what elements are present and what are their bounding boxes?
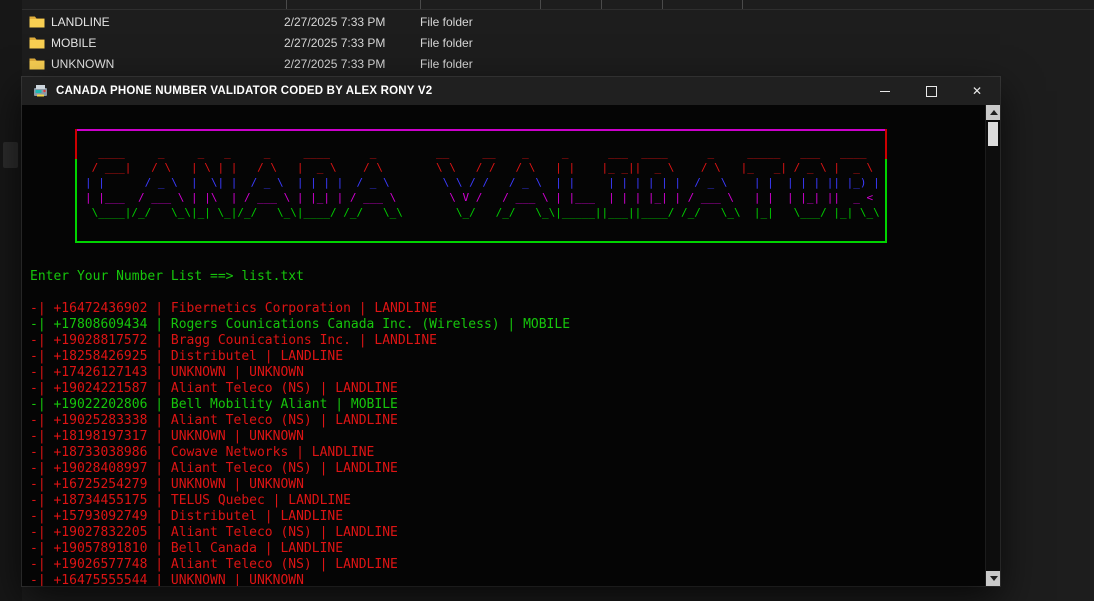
close-button[interactable]: ✕	[954, 77, 1000, 105]
scroll-thumb[interactable]	[988, 122, 998, 146]
banner-border-bottom	[75, 241, 887, 243]
arrow-up-icon	[989, 110, 998, 115]
result-line: -| +15793092749 | Distributel | LANDLINE	[30, 509, 344, 524]
title-bar[interactable]: CANADA PHONE NUMBER VALIDATOR CODED BY A…	[22, 77, 1000, 105]
result-line: -| +17426127143 | UNKNOWN | UNKNOWN	[30, 365, 304, 380]
result-line: -| +16725254279 | UNKNOWN | UNKNOWN	[30, 477, 304, 492]
result-line: -| +16472436902 | Fibernetics Corporatio…	[30, 301, 437, 316]
window-controls: ✕	[862, 77, 1000, 105]
folder-icon	[29, 36, 45, 49]
explorer-row[interactable]: LANDLINE 2/27/2025 7:33 PM File folder	[22, 11, 1094, 32]
console-output: ____ _ _ _ _ ____ _ __ __ _ _ ___ ____ _…	[22, 105, 985, 586]
banner-border-right	[885, 129, 887, 159]
scrollbar[interactable]	[985, 105, 1000, 586]
banner-border-top	[75, 129, 887, 131]
maximize-icon	[925, 85, 937, 97]
folder-name: MOBILE	[51, 35, 97, 50]
results-list: -| +16472436902 | Fibernetics Corporatio…	[22, 301, 985, 586]
column-separator	[742, 0, 743, 9]
result-line: -| +18258426925 | Distributel | LANDLINE	[30, 349, 344, 364]
column-separator	[420, 0, 421, 9]
explorer-left-rail	[0, 0, 22, 601]
ascii-banner: ____ _ _ _ _ ____ _ __ __ _ _ ___ ____ _…	[75, 129, 887, 243]
column-separator	[601, 0, 602, 9]
maximize-button[interactable]	[908, 77, 954, 105]
result-line: -| +19057891810 | Bell Canada | LANDLINE	[30, 541, 344, 556]
item-type: File folder	[420, 56, 473, 71]
scroll-up-button[interactable]	[986, 105, 1000, 120]
result-line: -| +18734455175 | TELUS Quebec | LANDLIN…	[30, 493, 351, 508]
column-separator	[286, 0, 287, 9]
app-icon[interactable]	[32, 83, 48, 99]
scroll-down-button[interactable]	[986, 571, 1000, 586]
arrow-down-icon	[989, 576, 998, 581]
folder-icon	[29, 15, 45, 28]
folder-icon	[29, 57, 45, 70]
result-line: -| +19024221587 | Aliant Teleco (NS) | L…	[30, 381, 398, 396]
explorer-row[interactable]: UNKNOWN 2/27/2025 7:33 PM File folder	[22, 53, 1094, 74]
result-line: -| +18733038986 | Cowave Networks | LAND…	[30, 445, 375, 460]
date-modified: 2/27/2025 7:33 PM	[284, 35, 386, 50]
banner-border-right	[885, 159, 887, 243]
folder-name: UNKNOWN	[51, 56, 115, 71]
result-line: -| +19022202806 | Bell Mobility Aliant |…	[30, 397, 398, 412]
result-line: -| +19025283338 | Aliant Teleco (NS) | L…	[30, 413, 398, 428]
ascii-art-text: ____ _ _ _ _ ____ _ __ __ _ _ ___ ____ _…	[85, 146, 880, 219]
column-separator	[662, 0, 663, 9]
minimize-button[interactable]	[862, 77, 908, 105]
item-type: File folder	[420, 35, 473, 50]
explorer-row[interactable]: MOBILE 2/27/2025 7:33 PM File folder	[22, 32, 1094, 53]
console-window: CANADA PHONE NUMBER VALIDATOR CODED BY A…	[22, 77, 1000, 586]
banner-border-left	[75, 159, 77, 243]
result-line: -| +17808609434 | Rogers Counications Ca…	[30, 317, 571, 332]
minimize-icon	[880, 90, 890, 92]
result-line: -| +19027832205 | Aliant Teleco (NS) | L…	[30, 525, 398, 540]
result-line: -| +19028408997 | Aliant Teleco (NS) | L…	[30, 461, 398, 476]
item-type: File folder	[420, 14, 473, 29]
result-line: -| +16475555544 | UNKNOWN | UNKNOWN	[30, 573, 304, 586]
close-icon: ✕	[971, 84, 983, 98]
result-line: -| +18198197317 | UNKNOWN | UNKNOWN	[30, 429, 304, 444]
date-modified: 2/27/2025 7:33 PM	[284, 56, 386, 71]
explorer-sidebar-thumb[interactable]	[3, 142, 18, 168]
prompt-line: Enter Your Number List ==> list.txt	[30, 269, 304, 284]
window-title: CANADA PHONE NUMBER VALIDATOR CODED BY A…	[56, 85, 433, 97]
result-line: -| +19026577748 | Aliant Teleco (NS) | L…	[30, 557, 398, 572]
column-header-divider	[22, 9, 1094, 10]
folder-name: LANDLINE	[51, 14, 110, 29]
banner-border-left	[75, 129, 77, 159]
column-separator	[540, 0, 541, 9]
date-modified: 2/27/2025 7:33 PM	[284, 14, 386, 29]
result-line: -| +19028817572 | Bragg Counications Inc…	[30, 333, 437, 348]
